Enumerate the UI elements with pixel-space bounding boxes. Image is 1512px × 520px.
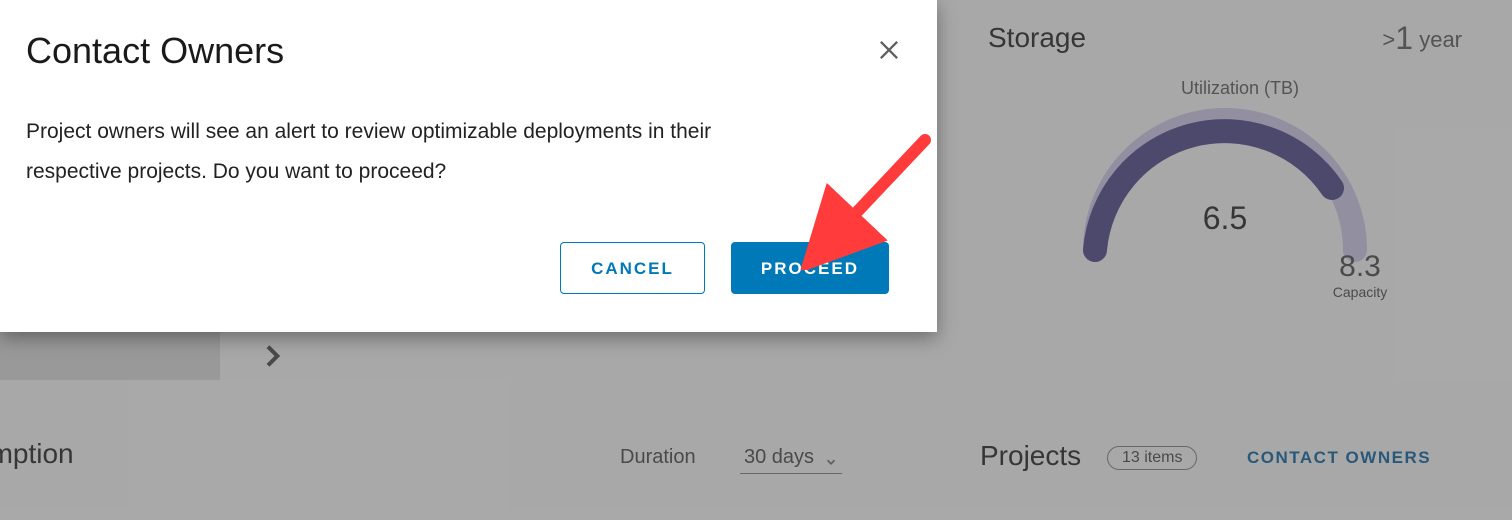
storage-range: >1 year: [1382, 20, 1462, 57]
projects-title: Projects: [980, 440, 1081, 472]
chevron-right-icon[interactable]: [256, 340, 288, 372]
close-button[interactable]: [875, 36, 903, 64]
bottom-row: sumption Duration 30 days Projects 13 it…: [0, 428, 1512, 488]
proceed-button[interactable]: PROCEED: [731, 242, 889, 294]
dialog-title: Contact Owners: [26, 30, 284, 72]
sidebar-stub: [0, 330, 220, 380]
gauge-title: Utilization (TB): [980, 78, 1500, 99]
chevron-down-icon: [824, 452, 838, 466]
capacity-value: 8.3: [1315, 250, 1405, 284]
gauge-icon: [1075, 100, 1375, 270]
duration-select[interactable]: 30 days: [740, 446, 842, 474]
range-unit: year: [1419, 27, 1462, 52]
close-icon: [875, 36, 903, 64]
contact-owners-dialog: Contact Owners Project owners will see a…: [0, 0, 937, 332]
contact-owners-link[interactable]: CONTACT OWNERS: [1247, 448, 1431, 468]
duration-value-text: 30 days: [744, 446, 814, 468]
dialog-header: Contact Owners: [26, 26, 911, 72]
storage-card: Storage >1 year Utilization (TB) 6.5 8.3…: [980, 0, 1500, 310]
cancel-button[interactable]: CANCEL: [560, 242, 705, 294]
range-prefix: >: [1382, 27, 1395, 52]
gauge-used-value: 6.5: [1075, 200, 1375, 237]
range-value: 1: [1395, 20, 1413, 56]
duration-label: Duration: [620, 446, 696, 469]
dialog-body: Project owners will see an alert to revi…: [26, 112, 786, 192]
projects-count-pill: 13 items: [1107, 446, 1197, 470]
capacity-label: Capacity: [1315, 284, 1405, 300]
dialog-footer: CANCEL PROCEED: [26, 242, 911, 310]
consumption-title: sumption: [0, 438, 74, 470]
gauge-capacity: 8.3 Capacity: [1315, 250, 1405, 300]
